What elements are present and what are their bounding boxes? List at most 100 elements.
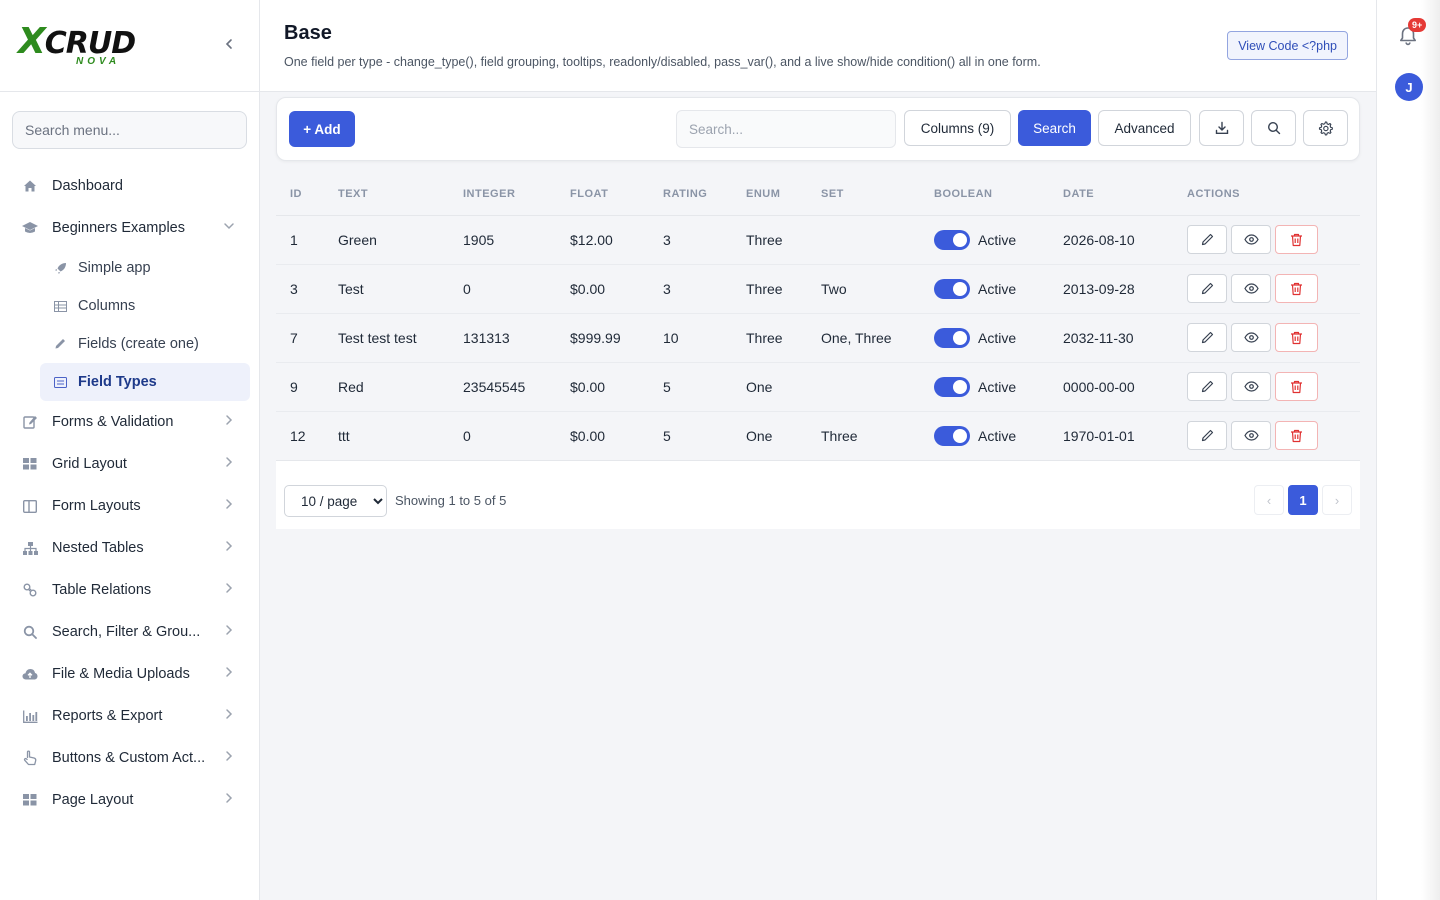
sidebar-item-reports-export[interactable]: Reports & Export [0, 695, 259, 737]
edit-button[interactable] [1187, 421, 1227, 450]
view-button[interactable] [1231, 323, 1271, 352]
sidebar-subitem-field-types[interactable]: Field Types [40, 363, 250, 401]
pencil-icon [1201, 380, 1213, 393]
cell-actions [1173, 215, 1360, 265]
edit-button[interactable] [1187, 323, 1227, 352]
delete-button[interactable] [1275, 323, 1318, 352]
chevron-right-icon [223, 456, 235, 472]
cell-enum: Three [732, 215, 807, 265]
pencil-icon [52, 338, 68, 350]
sidebar-item-label: Nested Tables [52, 540, 144, 556]
grid-icon [20, 458, 40, 470]
sidebar-item-search-filter-group[interactable]: Search, Filter & Grou... [0, 611, 259, 653]
search-button[interactable]: Search [1018, 110, 1091, 146]
cell-rating: 3 [649, 215, 732, 265]
cell-actions [1173, 313, 1360, 363]
sidebar-item-buttons-custom-actions[interactable]: Buttons & Custom Act... [0, 737, 259, 779]
sidebar-item-nested-tables[interactable]: Nested Tables [0, 527, 259, 569]
sidebar-subitem-columns[interactable]: Columns [40, 287, 250, 325]
avatar[interactable]: J [1395, 73, 1423, 101]
row-actions [1187, 225, 1360, 254]
boolean-toggle[interactable] [934, 376, 970, 397]
column-header-text[interactable]: TEXT [324, 173, 449, 216]
cell-set: One, Three [807, 313, 920, 363]
view-button[interactable] [1231, 274, 1271, 303]
page-button-1[interactable]: 1 [1288, 485, 1318, 515]
column-header-integer[interactable]: INTEGER [449, 173, 556, 216]
edit-button[interactable] [1187, 274, 1227, 303]
cell-boolean: Active [920, 362, 1049, 412]
cell-date: 2032-11-30 [1049, 313, 1173, 363]
rocket-icon [52, 262, 68, 275]
advanced-button[interactable]: Advanced [1098, 110, 1191, 146]
boolean-toggle[interactable] [934, 278, 970, 299]
columns-button[interactable]: Columns (9) [904, 110, 1011, 146]
sidebar-item-label: Dashboard [52, 178, 123, 194]
toolbar-search [676, 110, 896, 148]
page-title: Base [284, 22, 332, 44]
column-header-date[interactable]: DATE [1049, 173, 1173, 216]
delete-button[interactable] [1275, 421, 1318, 450]
view-code-button[interactable]: View Code <?php [1227, 31, 1348, 60]
page-description: One field per type - change_type(), fiel… [284, 55, 1041, 69]
cell-enum: Three [732, 313, 807, 363]
delete-button[interactable] [1275, 274, 1318, 303]
cell-float: $0.00 [556, 362, 649, 412]
column-header-rating[interactable]: RATING [649, 173, 732, 216]
column-header-float[interactable]: FLOAT [556, 173, 649, 216]
cell-date: 2013-09-28 [1049, 264, 1173, 314]
settings-button[interactable] [1303, 110, 1348, 146]
sidebar-item-file-media-uploads[interactable]: File & Media Uploads [0, 653, 259, 695]
view-button[interactable] [1231, 372, 1271, 401]
boolean-label: Active [978, 427, 1017, 444]
table-row: 1 Green 1905 $12.00 3 Three Active 2026-08-10 [276, 215, 1360, 265]
column-header-id[interactable]: ID [276, 173, 324, 216]
cell-id: 9 [276, 362, 324, 412]
sidebar-item-table-relations[interactable]: Table Relations [0, 569, 259, 611]
sidebar-item-dashboard[interactable]: Dashboard [0, 165, 259, 207]
prev-page-button[interactable]: ‹ [1254, 485, 1284, 515]
sidebar-subitem-label: Columns [78, 298, 136, 314]
row-actions [1187, 372, 1360, 401]
add-button[interactable]: + Add [289, 111, 355, 147]
boolean-toggle[interactable] [934, 229, 970, 250]
cell-enum: One [732, 411, 807, 461]
column-header-enum[interactable]: ENUM [732, 173, 807, 216]
sidebar-item-page-layout[interactable]: Page Layout [0, 779, 259, 821]
collapse-sidebar-button[interactable] [221, 36, 237, 56]
sidebar-subitem-simple-app[interactable]: Simple app [40, 249, 250, 287]
view-button[interactable] [1231, 225, 1271, 254]
cell-integer: 0 [449, 411, 556, 461]
cell-enum: One [732, 362, 807, 412]
page-size-select[interactable]: 10 / page [284, 485, 387, 517]
boolean-toggle[interactable] [934, 327, 970, 348]
column-header-set[interactable]: SET [807, 173, 920, 216]
row-actions [1187, 421, 1360, 450]
sidebar-item-beginners-examples[interactable]: Beginners Examples [0, 207, 259, 249]
next-page-button[interactable]: › [1322, 485, 1352, 515]
sidebar-item-form-layouts[interactable]: Form Layouts [0, 485, 259, 527]
eye-icon [1243, 381, 1259, 392]
sidebar-item-grid-layout[interactable]: Grid Layout [0, 443, 259, 485]
edit-button[interactable] [1187, 372, 1227, 401]
download-button[interactable] [1199, 110, 1244, 146]
sidebar-subitem-fields-create-one[interactable]: Fields (create one) [40, 325, 250, 363]
edit-button[interactable] [1187, 225, 1227, 254]
column-header-boolean[interactable]: BOOLEAN [920, 173, 1049, 216]
boolean-toggle-wrap: Active [934, 278, 1049, 299]
menu-search-input[interactable] [25, 122, 234, 138]
table-body: 1 Green 1905 $12.00 3 Three Active 2026-08-10 3 T… [276, 215, 1360, 461]
pencil-icon [1201, 282, 1213, 295]
view-button[interactable] [1231, 421, 1271, 450]
quick-search-button[interactable] [1251, 110, 1296, 146]
eye-icon [1243, 332, 1259, 343]
delete-button[interactable] [1275, 225, 1318, 254]
trash-icon [1291, 429, 1302, 442]
boolean-toggle[interactable] [934, 425, 970, 446]
brand-logo[interactable]: XCRUD NOVA [18, 24, 136, 67]
delete-button[interactable] [1275, 372, 1318, 401]
sidebar-item-forms-validation[interactable]: Forms & Validation [0, 401, 259, 443]
table-footer: 10 / page Showing 1 to 5 of 5 ‹ 1 › [276, 461, 1360, 529]
search-input[interactable] [689, 121, 883, 137]
sidebar-item-label: Reports & Export [52, 708, 163, 724]
